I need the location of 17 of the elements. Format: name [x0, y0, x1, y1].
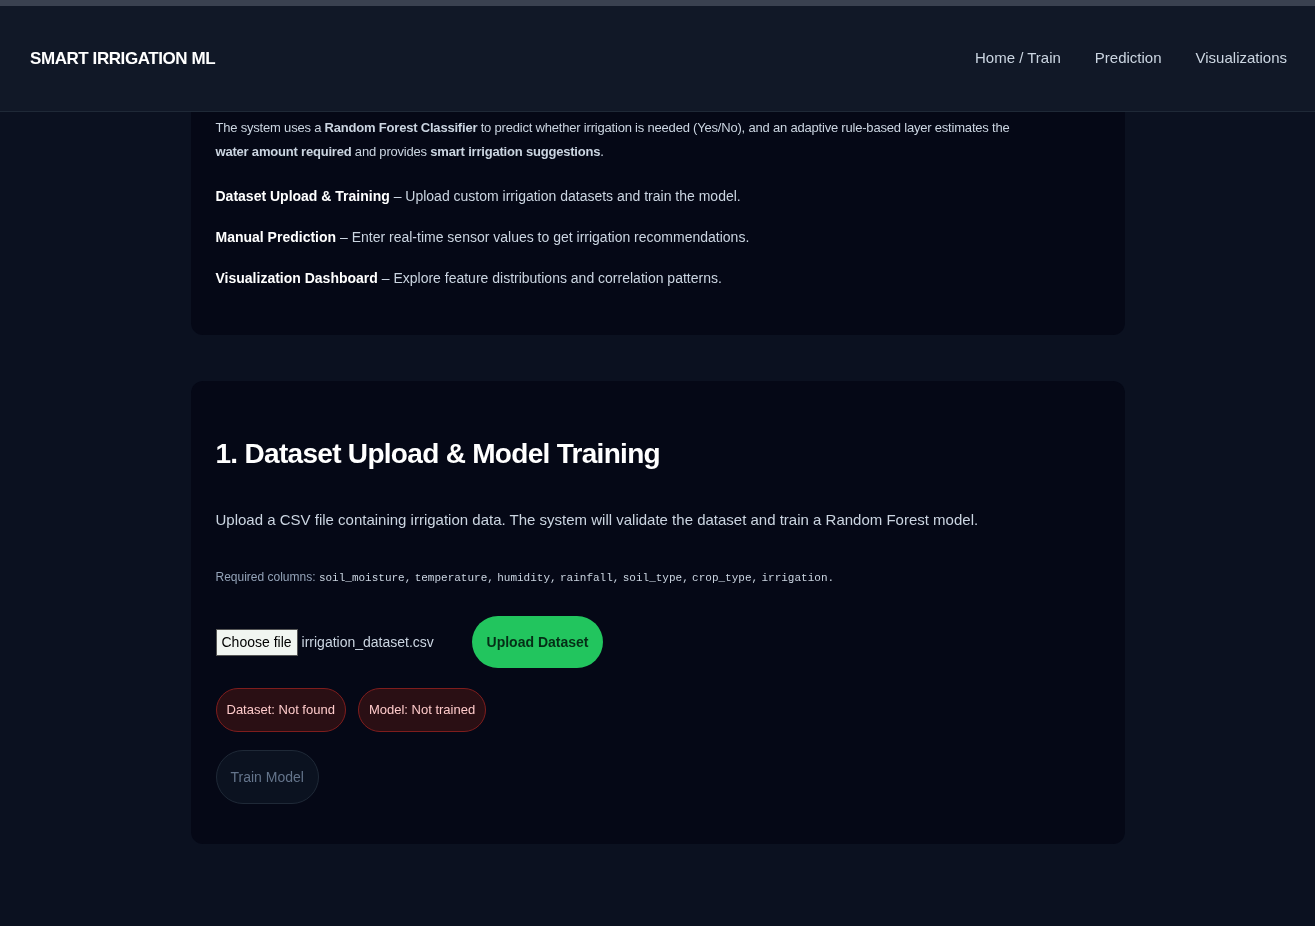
choose-file-button[interactable]: Choose file — [215, 628, 298, 656]
nav-link[interactable]: Prediction — [1094, 47, 1162, 70]
required-columns-text: Required columns: soil_moisture, temperature, humidity, rainfall, soil_type, crop_type, irrigation. — [215, 568, 836, 586]
brand-title: SMART IRRIGATION ML — [30, 47, 216, 70]
section-description: Upload a CSV file containing irrigation data. The system will validate the dataset and train a Random Forest model. — [215, 510, 980, 530]
feature-text: Visualization Dashboard – Explore feature distributions and correlation patterns. — [215, 269, 723, 288]
status-badge: Dataset: Not found — [215, 688, 346, 732]
section-title: 1. Dataset Upload & Model Training — [215, 437, 661, 471]
status-badge: Model: Not trained — [357, 688, 487, 732]
nav-link[interactable]: Visualizations — [1195, 47, 1287, 70]
feature-text: Manual Prediction – Enter real-time sensor values to get irrigation recommendations. — [215, 228, 751, 247]
upload-dataset-button[interactable]: Upload Dataset — [471, 616, 604, 668]
intro-text: The system uses a Random Forest Classifier to predict whether irrigation is needed (Yes/No), and an adaptive rule-based layer estimates the — [215, 119, 1011, 137]
file-name: irrigation_dataset.csv — [301, 632, 435, 652]
nav-link[interactable]: Home / Train — [974, 47, 1061, 70]
feature-text: Dataset Upload & Training – Upload custom irrigation datasets and train the model. — [215, 187, 742, 206]
intro-text: water amount required and provides smart irrigation suggestions. — [215, 143, 605, 161]
